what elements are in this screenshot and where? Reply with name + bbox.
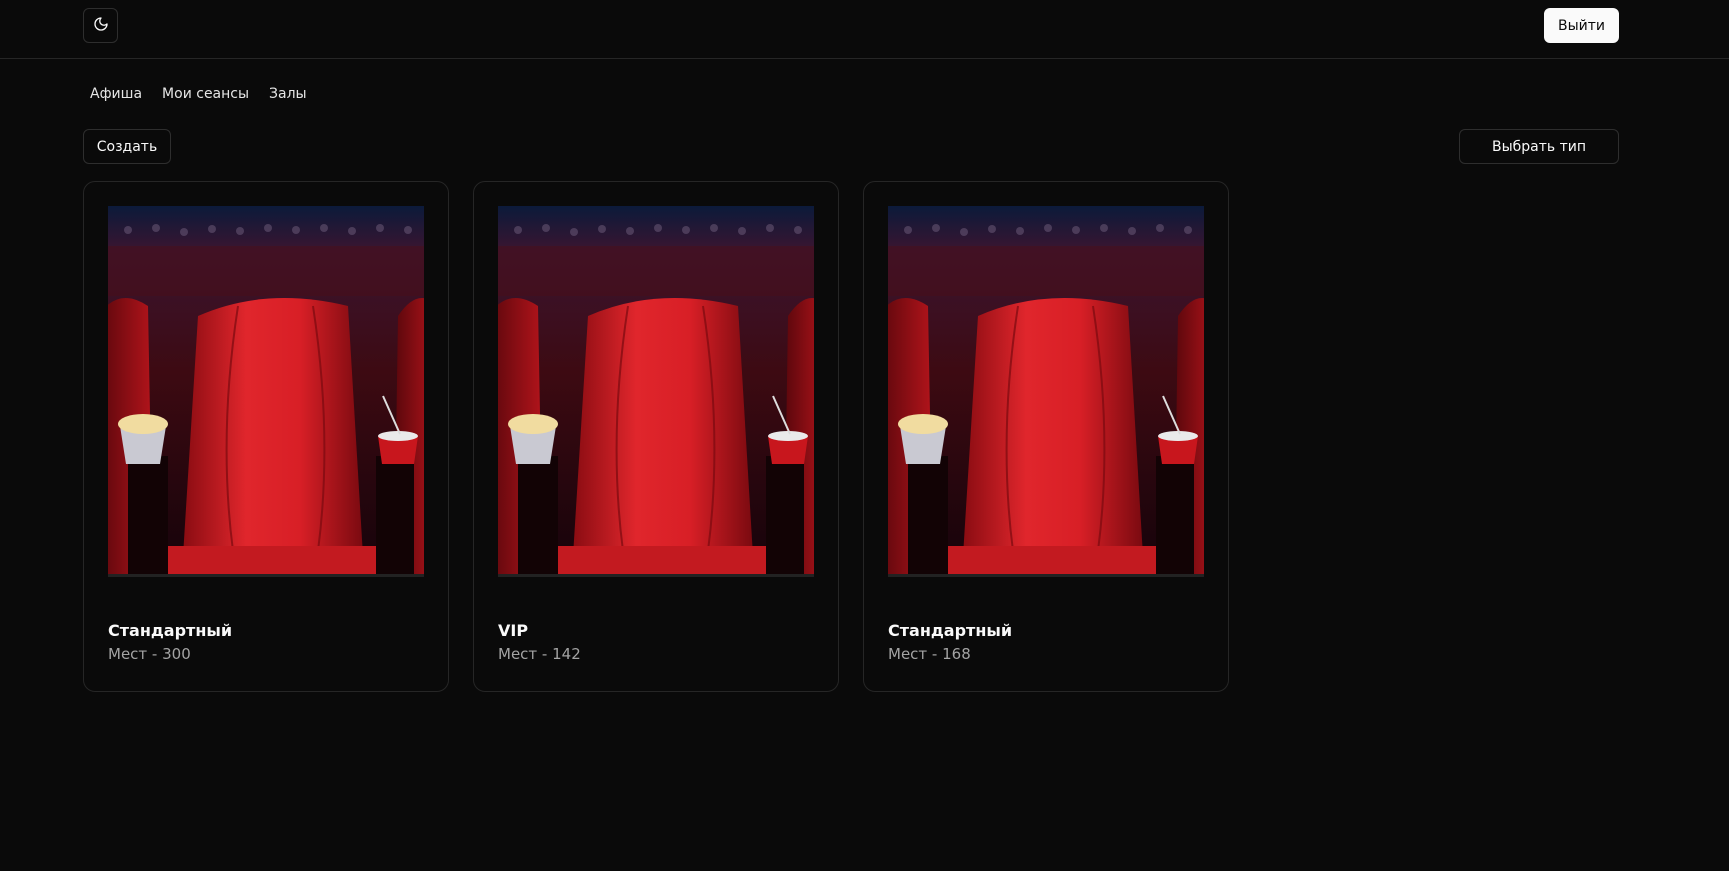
hall-image	[888, 206, 1204, 577]
nav-item-my-sessions[interactable]: Мои сеансы	[162, 84, 249, 104]
hall-card[interactable]: VIP Мест - 142	[473, 181, 839, 692]
moon-icon	[93, 16, 109, 36]
nav-item-halls[interactable]: Залы	[269, 84, 307, 104]
hall-seats: Мест - 300	[108, 645, 191, 663]
hall-seats: Мест - 142	[498, 645, 581, 663]
hall-title: VIP	[498, 621, 529, 640]
nav-item-afisha[interactable]: Афиша	[90, 84, 142, 104]
hall-title: Стандартный	[888, 621, 1013, 640]
main-nav: Афиша Мои сеансы Залы	[90, 84, 307, 104]
hall-title: Стандартный	[108, 621, 233, 640]
hall-card[interactable]: Стандартный Мест - 168	[863, 181, 1229, 692]
top-bar: Выйти	[0, 0, 1729, 59]
logout-button[interactable]: Выйти	[1544, 8, 1619, 43]
create-button[interactable]: Создать	[83, 129, 171, 164]
hall-image	[108, 206, 424, 577]
hall-seats: Мест - 168	[888, 645, 971, 663]
hall-image	[498, 206, 814, 577]
hall-card[interactable]: Стандартный Мест - 300	[83, 181, 449, 692]
select-type-button[interactable]: Выбрать тип	[1459, 129, 1619, 164]
theme-toggle-button[interactable]	[83, 8, 118, 43]
